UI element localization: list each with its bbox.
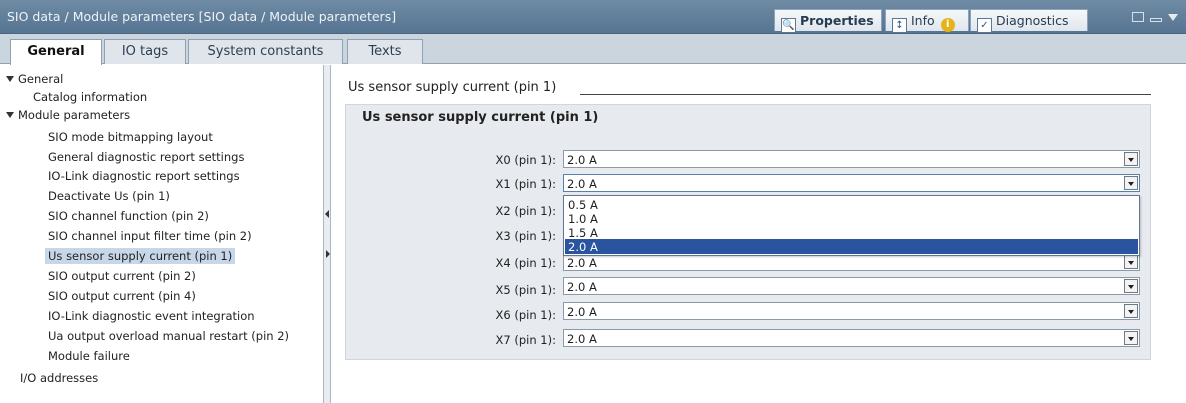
tree-item-io-addresses[interactable]: I/O addresses (0, 368, 322, 388)
row-label-x5: X5 (pin 1): (495, 283, 556, 297)
restore-icon[interactable] (1132, 12, 1144, 22)
diagnostics-icon: ✓ (977, 18, 992, 33)
diagnostics-tab[interactable]: ✓ Diagnostics (970, 9, 1088, 33)
collapse-right-icon[interactable] (326, 250, 330, 258)
tree-item-sio-mode-bitmapping[interactable]: SIO mode bitmapping layout (0, 127, 322, 147)
tree-item-ua-output-overload[interactable]: Ua output overload manual restart (pin 2… (0, 326, 322, 346)
select-x0[interactable]: 2.0 A (563, 150, 1140, 168)
title-bar: SIO data / Module parameters [SIO data /… (0, 0, 1186, 34)
dropdown-option[interactable]: 1.5 A (565, 225, 1138, 240)
tree-item-general[interactable]: General (0, 69, 322, 89)
row-label-x4: X4 (pin 1): (495, 256, 556, 270)
tree-item-module-parameters[interactable]: Module parameters (0, 105, 322, 125)
select-x6[interactable]: 2.0 A (563, 302, 1140, 320)
info-icon: ↕ (892, 18, 907, 33)
window-title: SIO data / Module parameters [SIO data /… (7, 9, 397, 24)
tab-general[interactable]: General (10, 39, 102, 65)
tab-io-tags[interactable]: IO tags (104, 39, 186, 64)
section-header: Us sensor supply current (pin 1) (348, 80, 557, 95)
chevron-down-icon[interactable] (1168, 14, 1178, 21)
info-badge-icon: i (940, 18, 955, 32)
dropdown-arrow-icon[interactable] (1124, 331, 1138, 345)
expand-arrow-icon[interactable] (6, 76, 14, 82)
select-x5[interactable]: 2.0 A (563, 277, 1140, 295)
tree-item-sio-output-current-pin4[interactable]: SIO output current (pin 4) (0, 286, 322, 306)
select-x1[interactable]: 2.0 A (563, 174, 1140, 192)
dropdown-list: 0.5 A 1.0 A 1.5 A 2.0 A (563, 195, 1140, 256)
tree-item-us-sensor-supply[interactable]: Us sensor supply current (pin 1) (0, 246, 322, 266)
dropdown-arrow-icon[interactable] (1124, 255, 1138, 269)
row-label-x3: X3 (pin 1): (495, 229, 556, 243)
tree-item-sio-output-current-pin2[interactable]: SIO output current (pin 2) (0, 266, 322, 286)
row-label-x6: X6 (pin 1): (495, 308, 556, 322)
dropdown-option[interactable]: 1.0 A (565, 211, 1138, 226)
window-controls (1132, 12, 1178, 22)
panel-title: Us sensor supply current (pin 1) (362, 110, 599, 125)
dropdown-arrow-icon[interactable] (1124, 176, 1138, 190)
row-label-x7: X7 (pin 1): (495, 333, 556, 347)
properties-icon: 🔍 (781, 18, 796, 33)
tree-item-general-diagnostic[interactable]: General diagnostic report settings (0, 147, 322, 167)
tree-item-module-failure[interactable]: Module failure (0, 346, 322, 366)
section-divider (580, 94, 1151, 95)
row-label-x0: X0 (pin 1): (495, 153, 556, 167)
tree-item-deactivate-us[interactable]: Deactivate Us (pin 1) (0, 186, 322, 206)
row-label-x1: X1 (pin 1): (495, 177, 556, 191)
dropdown-option[interactable]: 0.5 A (565, 197, 1138, 212)
expand-arrow-icon[interactable] (6, 112, 14, 118)
tree-item-sio-channel-function[interactable]: SIO channel function (pin 2) (0, 206, 322, 226)
collapse-left-icon[interactable] (325, 210, 329, 218)
navigation-tree: General Catalog information Module param… (0, 65, 322, 403)
tree-item-catalog-information[interactable]: Catalog information (0, 87, 322, 107)
pane-splitter[interactable] (323, 65, 331, 403)
select-x7[interactable]: 2.0 A (563, 329, 1140, 347)
dropdown-arrow-icon[interactable] (1124, 152, 1138, 166)
tab-system-constants[interactable]: System constants (188, 39, 343, 64)
info-tab[interactable]: ↕ Info i (885, 9, 969, 33)
tree-item-sio-channel-filter[interactable]: SIO channel input filter time (pin 2) (0, 226, 322, 246)
dropdown-arrow-icon[interactable] (1124, 279, 1138, 293)
tab-texts[interactable]: Texts (347, 39, 423, 64)
tree-item-iolink-diagnostic-report[interactable]: IO-Link diagnostic report settings (0, 166, 322, 186)
tree-item-iolink-event-integration[interactable]: IO-Link diagnostic event integration (0, 306, 322, 326)
properties-tab[interactable]: 🔍 Properties (774, 9, 882, 33)
dropdown-option-selected[interactable]: 2.0 A (565, 239, 1138, 254)
dropdown-arrow-icon[interactable] (1124, 304, 1138, 318)
minimize-icon[interactable] (1150, 18, 1162, 22)
row-label-x2: X2 (pin 1): (495, 204, 556, 218)
subtab-bar: General IO tags System constants Texts (0, 34, 1186, 65)
